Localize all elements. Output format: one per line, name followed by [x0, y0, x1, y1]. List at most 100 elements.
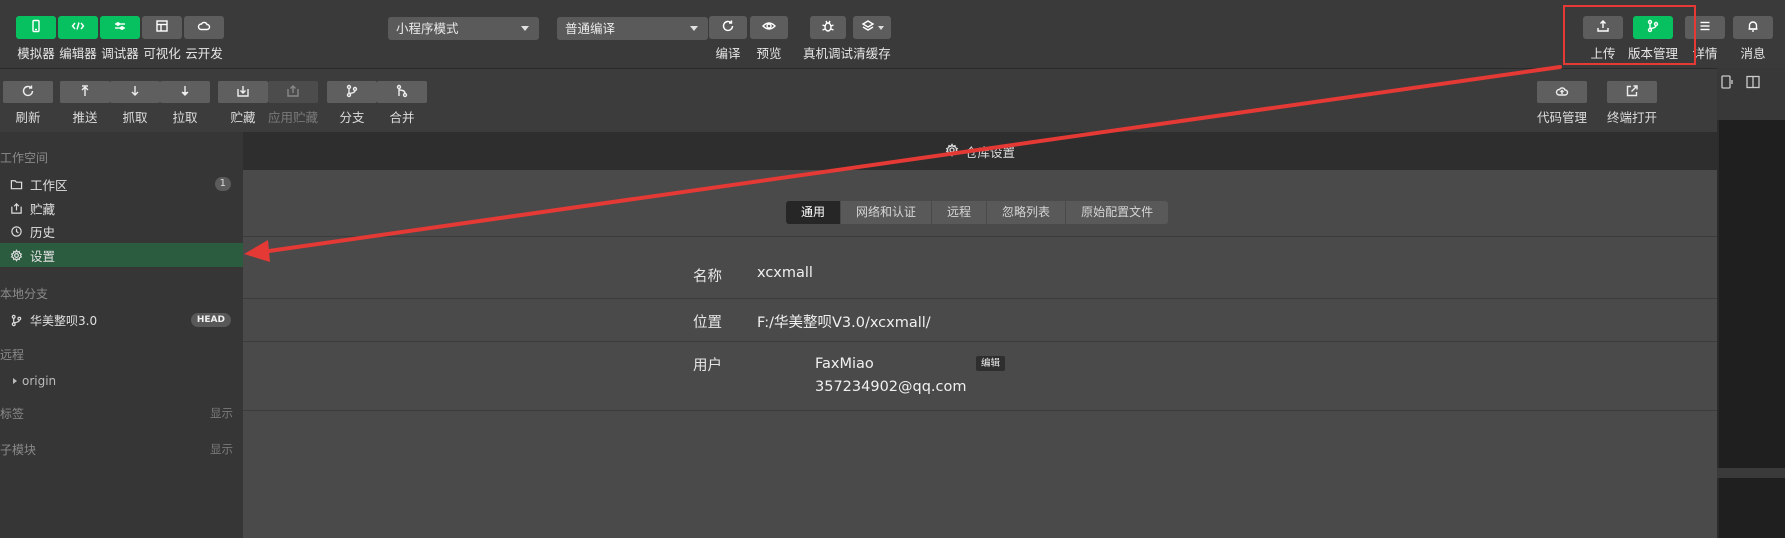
tab-remote[interactable]: 远程	[932, 201, 988, 224]
simulator-label: 模拟器	[17, 46, 55, 61]
apply-stash-icon	[286, 84, 300, 101]
gear-icon	[8, 247, 24, 263]
stash-icon	[8, 200, 24, 216]
branch-item[interactable]: 华美整呗3.0 HEAD	[0, 308, 243, 332]
tab-general[interactable]: 通用	[786, 201, 842, 224]
debugger-button[interactable]: 调试器	[100, 16, 140, 62]
tags-show-link[interactable]: 显示	[210, 405, 233, 421]
chevron-right-icon	[13, 378, 17, 384]
split-view-icon[interactable]	[1745, 74, 1761, 90]
divider	[243, 410, 1717, 411]
code-manage-button[interactable]: 代码管理	[1537, 81, 1587, 126]
sidebar-item-label: 贮藏	[30, 201, 56, 217]
fetch-icon	[128, 84, 142, 101]
cloud-dev-button[interactable]: 云开发	[184, 16, 224, 62]
location-label: 位置	[693, 315, 722, 331]
cloud-dev-label: 云开发	[185, 46, 223, 61]
compile-select[interactable]: 普通编译	[557, 17, 708, 40]
editor-button[interactable]: 编辑器	[58, 16, 98, 62]
refresh-icon	[721, 19, 735, 36]
divider	[243, 298, 1717, 299]
stash-icon	[236, 84, 250, 101]
details-button[interactable]: 详情	[1685, 16, 1725, 62]
bell-icon	[1746, 19, 1760, 36]
push-label: 推送	[72, 110, 98, 125]
push-button[interactable]: 推送	[60, 81, 110, 126]
refresh-button[interactable]: 刷新	[3, 81, 53, 126]
terminal-open-label: 终端打开	[1607, 110, 1658, 125]
branch-button[interactable]: 分支	[327, 81, 377, 126]
pull-button[interactable]: 拉取	[160, 81, 210, 126]
code-icon	[71, 19, 85, 36]
sidebar-item-history[interactable]: 历史	[0, 219, 243, 243]
right-strip-separator	[1717, 468, 1785, 478]
external-link-icon	[1625, 84, 1639, 101]
top-toolbar: 模拟器 编辑器 调试器 可视化 云开发 小程序模式 普通编译 编译 预览 真机调…	[0, 0, 1785, 68]
fetch-button[interactable]: 抓取	[110, 81, 160, 126]
workspace-section-title: 工作空间	[0, 151, 49, 165]
debugger-icon	[113, 19, 127, 36]
bug-icon	[821, 19, 835, 36]
refresh-icon	[21, 84, 35, 101]
messages-button[interactable]: 消息	[1733, 16, 1773, 62]
history-icon	[8, 223, 24, 239]
apply-stash-button: 应用贮藏	[268, 81, 318, 126]
details-label: 详情	[1692, 46, 1718, 61]
name-label: 名称	[693, 269, 722, 285]
mode-select-value: 小程序模式	[396, 21, 459, 36]
simulator-button[interactable]: 模拟器	[16, 16, 56, 62]
divider	[243, 236, 1717, 237]
upload-button[interactable]: 上传	[1583, 16, 1623, 62]
version-control-button[interactable]: 版本管理	[1628, 16, 1678, 62]
mode-select[interactable]: 小程序模式	[388, 17, 539, 40]
submodules-show-link[interactable]: 显示	[210, 441, 233, 457]
phone-icon	[29, 19, 43, 36]
sidebar-item-label: 工作区	[30, 177, 68, 193]
tags-section-title: 标签	[0, 407, 25, 421]
name-value: xcxmall	[757, 265, 813, 281]
head-badge: HEAD	[190, 313, 231, 327]
clear-cache-button[interactable]: 清缓存	[853, 16, 891, 62]
tab-raw-config[interactable]: 原始配置文件	[1066, 201, 1168, 224]
remote-item-origin[interactable]: origin	[0, 369, 243, 393]
folder-icon	[8, 176, 24, 192]
stash-button[interactable]: 贮藏	[218, 81, 268, 126]
tab-ignore-list[interactable]: 忽略列表	[987, 201, 1067, 224]
right-editor-strip	[1717, 68, 1785, 538]
pull-icon	[178, 84, 192, 101]
edit-user-button[interactable]: 编辑	[976, 356, 1006, 371]
stash-label: 贮藏	[230, 110, 256, 125]
menu-icon	[1698, 19, 1712, 36]
panel-title: 仓库设置	[964, 144, 1015, 160]
preview-button[interactable]: 预览	[750, 16, 788, 62]
sidebar-item-label: 历史	[30, 224, 56, 240]
chevron-down-icon	[877, 25, 884, 30]
remote-debug-button[interactable]: 真机调试	[803, 16, 853, 62]
branch-icon	[345, 84, 359, 101]
messages-label: 消息	[1740, 46, 1766, 61]
terminal-open-button[interactable]: 终端打开	[1607, 81, 1657, 126]
workspace-count-badge: 1	[214, 177, 231, 191]
panel-header: 仓库设置	[243, 132, 1717, 170]
debugger-label: 调试器	[101, 46, 139, 61]
merge-button[interactable]: 合并	[377, 81, 427, 126]
compile-button[interactable]: 编译	[709, 16, 747, 62]
settings-tabs: 通用 网络和认证 远程 忽略列表 原始配置文件	[786, 201, 1169, 224]
pull-label: 拉取	[172, 110, 198, 125]
chevron-down-icon	[521, 26, 529, 31]
refresh-label: 刷新	[15, 110, 41, 125]
device-rotate-icon[interactable]	[1719, 74, 1735, 90]
submodules-section-title: 子模块	[0, 443, 37, 457]
sidebar-item-stash[interactable]: 贮藏	[0, 196, 243, 220]
tab-network-auth[interactable]: 网络和认证	[841, 201, 933, 224]
fetch-label: 抓取	[122, 110, 148, 125]
local-branch-section-title: 本地分支	[0, 287, 49, 301]
sidebar-item-workspace[interactable]: 工作区 1	[0, 172, 243, 196]
apply-stash-label: 应用贮藏	[268, 110, 319, 125]
visual-button[interactable]: 可视化	[142, 16, 182, 62]
cloud-upload-icon	[1555, 84, 1569, 101]
editor-label: 编辑器	[59, 46, 97, 61]
version-control-label: 版本管理	[1628, 46, 1679, 61]
git-toolbar: 刷新 推送 抓取 拉取 贮藏 应用贮藏 分支 合并 代码管理 终端打开	[0, 68, 1717, 132]
sidebar-item-settings[interactable]: 设置	[0, 243, 243, 267]
